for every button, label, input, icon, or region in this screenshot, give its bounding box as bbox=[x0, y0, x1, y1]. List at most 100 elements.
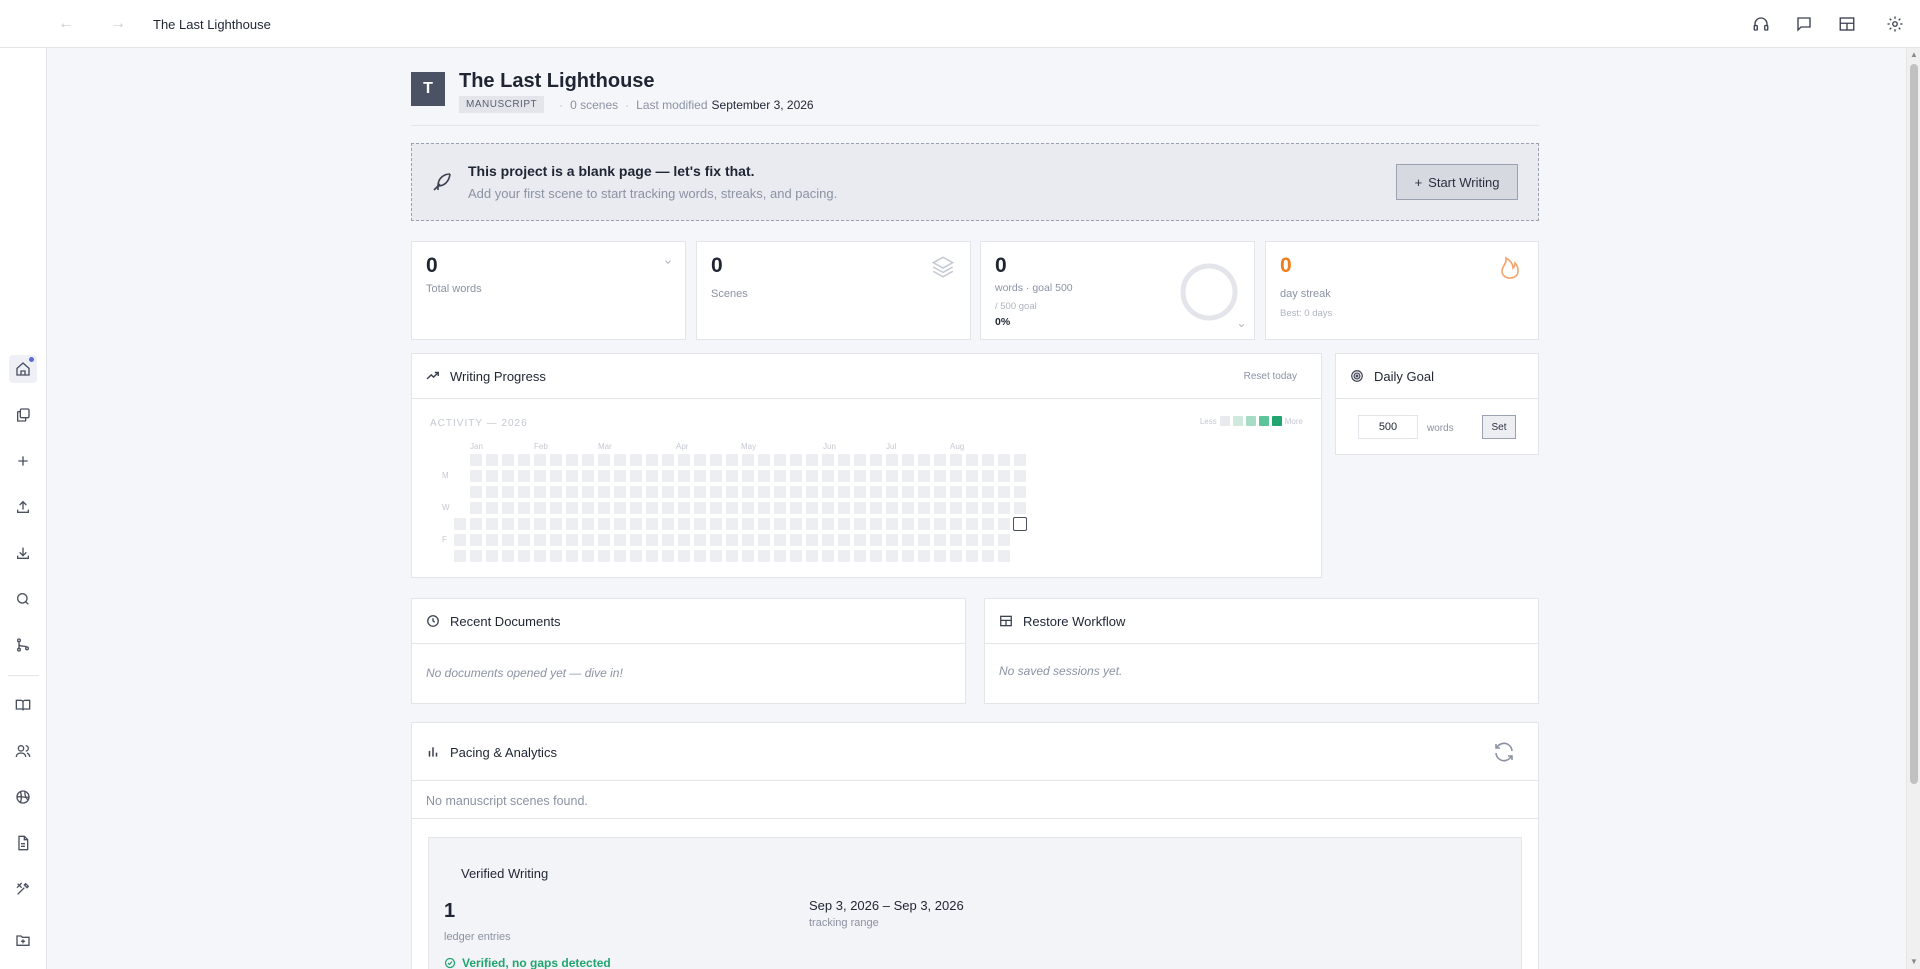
heatmap-cell bbox=[694, 454, 706, 466]
scroll-up-icon[interactable]: ▲ bbox=[1909, 50, 1919, 60]
legend-swatch bbox=[1232, 416, 1243, 426]
heatmap-cell bbox=[710, 502, 722, 514]
heatmap-cell bbox=[550, 534, 562, 546]
heatmap-month-label: Apr bbox=[676, 442, 689, 451]
heatmap-cell bbox=[502, 550, 514, 562]
search-icon[interactable] bbox=[9, 585, 37, 613]
heatmap-cell bbox=[790, 502, 802, 514]
daily-goal-input[interactable] bbox=[1358, 415, 1418, 439]
vertical-scrollbar[interactable]: ▲ ▼ bbox=[1906, 48, 1920, 969]
heatmap-cell bbox=[486, 486, 498, 498]
check-circle-icon bbox=[444, 957, 456, 969]
start-writing-label: Start Writing bbox=[1428, 174, 1500, 190]
plus-icon[interactable] bbox=[9, 447, 37, 475]
download-icon[interactable] bbox=[9, 539, 37, 567]
heatmap-cell bbox=[534, 486, 546, 498]
scene-count: 0 scenes bbox=[570, 97, 619, 112]
book-icon[interactable] bbox=[9, 691, 37, 719]
document-icon[interactable] bbox=[9, 829, 37, 857]
heatmap-cell-today[interactable] bbox=[1013, 517, 1027, 531]
heatmap-cell bbox=[470, 454, 482, 466]
heatmap-cell bbox=[742, 470, 754, 482]
heatmap-cell bbox=[502, 502, 514, 514]
heatmap-cell bbox=[934, 454, 946, 466]
heatmap-cell bbox=[998, 454, 1010, 466]
banner-title: This project is a blank page — let's fix… bbox=[468, 163, 755, 179]
start-writing-button[interactable]: + Start Writing bbox=[1396, 164, 1518, 200]
forward-arrow-icon[interactable]: → bbox=[104, 10, 132, 38]
heatmap-cell bbox=[662, 518, 674, 530]
heatmap-cell bbox=[742, 454, 754, 466]
heatmap-cell bbox=[822, 550, 834, 562]
verified-writing-box: Verified Writing 1 ledger entries Sep 3,… bbox=[428, 837, 1522, 969]
heatmap-cell bbox=[598, 470, 610, 482]
writing-progress-panel: Writing Progress Reset today ACTIVITY — … bbox=[411, 353, 1322, 578]
refresh-icon[interactable] bbox=[1492, 740, 1516, 769]
daily-goal-card: 0 words · goal 500 / 500 goal 0% bbox=[980, 241, 1255, 340]
left-rail bbox=[0, 48, 47, 969]
heatmap-cell bbox=[486, 518, 498, 530]
reset-today-link[interactable]: Reset today bbox=[1244, 371, 1297, 382]
heatmap-day-label: F bbox=[442, 535, 447, 544]
heatmap-cell bbox=[854, 502, 866, 514]
window-title: The Last Lighthouse bbox=[153, 17, 271, 32]
activity-title: ACTIVITY — 2026 bbox=[430, 418, 528, 429]
headphones-icon[interactable] bbox=[1749, 12, 1773, 36]
home-icon[interactable] bbox=[9, 355, 37, 383]
heatmap-cell bbox=[934, 550, 946, 562]
layout-icon[interactable] bbox=[1835, 12, 1859, 36]
heatmap-cell bbox=[582, 486, 594, 498]
heatmap-cell bbox=[534, 550, 546, 562]
heatmap-cell bbox=[982, 470, 994, 482]
heatmap-cell bbox=[870, 454, 882, 466]
heatmap-cell bbox=[806, 534, 818, 546]
heatmap-cell bbox=[534, 534, 546, 546]
users-icon[interactable] bbox=[9, 737, 37, 765]
heatmap-cell bbox=[918, 454, 930, 466]
daily-goal-panel: Daily Goal words Set bbox=[1335, 353, 1539, 455]
chevron-down-icon[interactable] bbox=[1237, 317, 1246, 335]
heatmap-cell bbox=[614, 486, 626, 498]
comment-icon[interactable] bbox=[1792, 12, 1816, 36]
heatmap-cell bbox=[550, 550, 562, 562]
heatmap-cell bbox=[806, 550, 818, 562]
verified-status-text: Verified, no gaps detected bbox=[462, 956, 611, 969]
heatmap-cell bbox=[982, 454, 994, 466]
heatmap-cell bbox=[470, 502, 482, 514]
copy-icon[interactable] bbox=[9, 401, 37, 429]
heatmap-cell bbox=[790, 454, 802, 466]
heatmap-cell bbox=[838, 470, 850, 482]
gear-icon[interactable] bbox=[1883, 12, 1907, 36]
heatmap-cell bbox=[454, 534, 466, 546]
upload-icon[interactable] bbox=[9, 493, 37, 521]
restore-workflow-title: Restore Workflow bbox=[1023, 614, 1126, 629]
heatmap-cell bbox=[646, 454, 658, 466]
bar-chart-icon bbox=[426, 745, 440, 759]
heatmap-cell bbox=[838, 518, 850, 530]
tools-icon[interactable] bbox=[9, 875, 37, 903]
heatmap-cell bbox=[598, 454, 610, 466]
globe-icon[interactable] bbox=[9, 783, 37, 811]
heatmap-cell bbox=[678, 502, 690, 514]
scroll-thumb[interactable] bbox=[1910, 64, 1918, 784]
heatmap-cell bbox=[502, 470, 514, 482]
heatmap-cell bbox=[598, 534, 610, 546]
back-arrow-icon[interactable]: ← bbox=[52, 10, 80, 38]
git-branch-icon[interactable] bbox=[9, 631, 37, 659]
heatmap-cell bbox=[598, 486, 610, 498]
heatmap-cell bbox=[934, 470, 946, 482]
heatmap-cell bbox=[886, 454, 898, 466]
heatmap-month-label: Jul bbox=[886, 442, 897, 451]
heatmap-cell bbox=[982, 502, 994, 514]
heatmap-cell bbox=[502, 534, 514, 546]
folder-plus-icon[interactable] bbox=[9, 926, 37, 954]
heatmap-cell bbox=[854, 534, 866, 546]
heatmap-cell bbox=[822, 486, 834, 498]
set-goal-button[interactable]: Set bbox=[1482, 415, 1516, 439]
heatmap-cell bbox=[854, 470, 866, 482]
legend-swatch bbox=[1219, 416, 1230, 426]
heatmap-cell bbox=[566, 518, 578, 530]
chevron-down-icon[interactable] bbox=[663, 254, 673, 272]
scroll-down-icon[interactable]: ▼ bbox=[1909, 957, 1919, 967]
heatmap-cell bbox=[646, 518, 658, 530]
